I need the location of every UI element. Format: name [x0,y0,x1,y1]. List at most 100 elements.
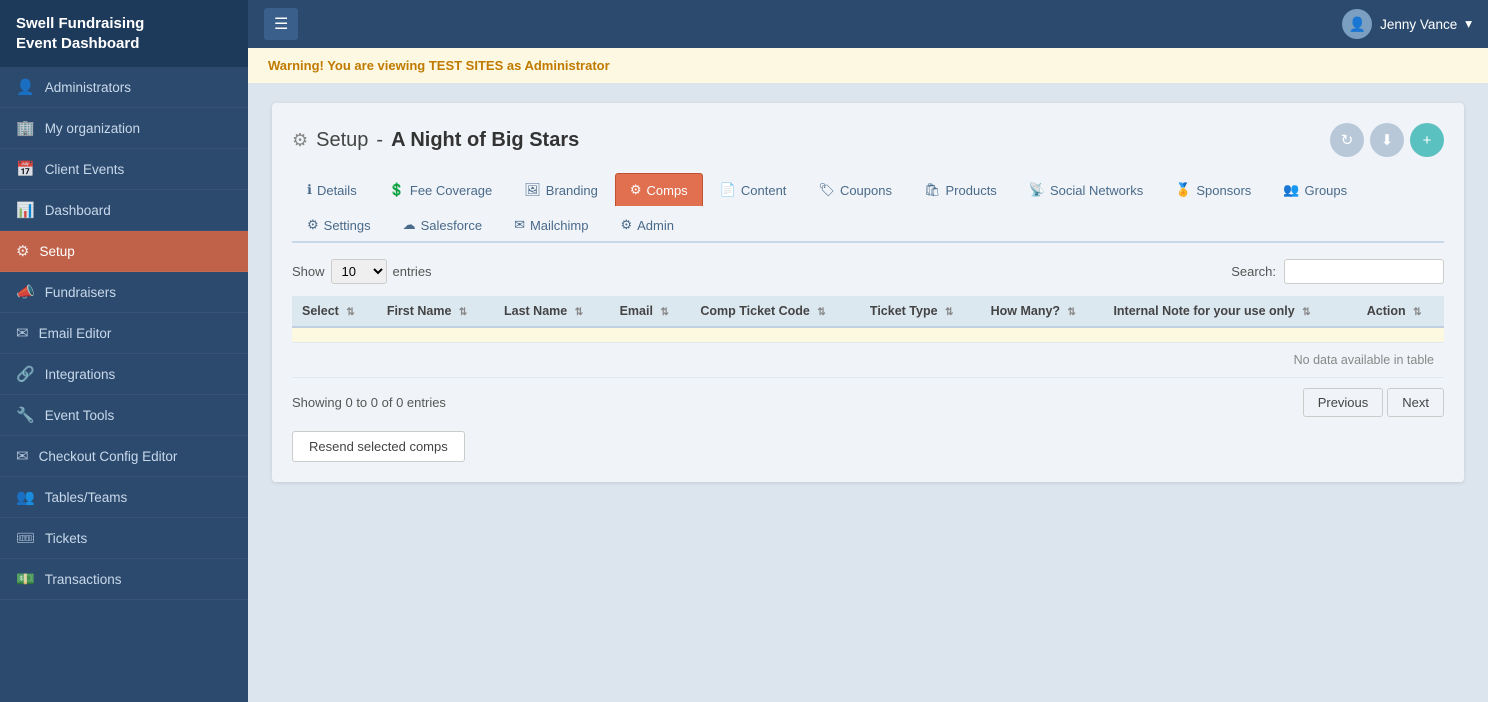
content-tab-icon: 📄 [720,182,736,198]
settings-tab-label: Settings [324,218,371,233]
col-how-many[interactable]: How Many? ⇅ [981,296,1104,327]
comps-table: Select ⇅First Name ⇅Last Name ⇅Email ⇅Co… [292,296,1444,378]
sidebar-header: Swell Fundraising Event Dashboard [0,0,248,67]
sort-icon-comp-ticket-code: ⇅ [817,307,825,318]
col-last-name[interactable]: Last Name ⇅ [494,296,610,327]
app-subtitle: Event Dashboard [16,35,139,52]
tab-admin[interactable]: ⚙ Admin [605,208,689,241]
col-email[interactable]: Email ⇅ [610,296,691,327]
administrators-icon: 👤 [16,78,35,96]
sidebar-item-email-editor[interactable]: ✉ Email Editor [0,313,248,354]
tab-mailchimp[interactable]: ✉ Mailchimp [499,208,603,241]
tab-comps[interactable]: ⚙ Comps [615,173,703,206]
tab-groups[interactable]: 👥 Groups [1268,173,1362,206]
entries-select[interactable]: 10 25 50 100 [331,259,387,284]
col-first-name[interactable]: First Name ⇅ [377,296,494,327]
branding-tab-icon: 🖼 [524,182,541,198]
app-title: Swell Fundraising [16,15,144,32]
col-comp-ticket-code[interactable]: Comp Ticket Code ⇅ [690,296,860,327]
search-label: Search: [1231,264,1276,279]
col-label-select: Select [302,304,339,318]
refresh-button[interactable]: ↻ [1330,123,1364,157]
sort-icon-email: ⇅ [660,307,668,318]
add-button[interactable]: + [1410,123,1444,157]
col-label-how-many: How Many? [991,304,1060,318]
menu-icon: ☰ [274,16,288,33]
tab-content[interactable]: 📄 Content [705,173,802,206]
user-menu[interactable]: 👤 Jenny Vance ▾ [1342,9,1472,39]
dashboard-icon: 📊 [16,201,35,219]
products-tab-icon: 🛍 [924,182,941,198]
next-button[interactable]: Next [1387,388,1444,417]
sidebar-item-fundraisers[interactable]: 📣 Fundraisers [0,272,248,313]
sort-icon-last-name: ⇅ [575,307,583,318]
table-body: No data available in table [292,327,1444,378]
event-name: A Night of Big Stars [391,129,579,152]
sidebar-label-administrators: Administrators [45,80,131,95]
no-data-message: No data available in table [292,343,1444,378]
col-action[interactable]: Action ⇅ [1357,296,1444,327]
admin-tab-icon: ⚙ [620,217,632,233]
groups-tab-icon: 👥 [1283,182,1299,198]
mailchimp-tab-icon: ✉ [514,217,525,233]
fundraisers-icon: 📣 [16,283,35,301]
tables-teams-icon: 👥 [16,488,35,506]
page-title: ⚙ Setup - A Night of Big Stars [292,129,579,152]
col-internal-note[interactable]: Internal Note for your use only ⇅ [1103,296,1356,327]
download-button[interactable]: ⬇ [1370,123,1404,157]
sidebar-item-tables-teams[interactable]: 👥 Tables/Teams [0,477,248,518]
coupons-tab-icon: 🏷 [818,182,835,198]
col-label-first-name: First Name [387,304,452,318]
tab-salesforce[interactable]: ☁ Salesforce [388,208,497,241]
col-label-comp-ticket-code: Comp Ticket Code [700,304,810,318]
sidebar-item-client-events[interactable]: 📅 Client Events [0,149,248,190]
my-organization-icon: 🏢 [16,119,35,137]
no-data-row: No data available in table [292,343,1444,378]
col-label-action: Action [1367,304,1406,318]
page-title-actions: ↻ ⬇ + [1330,123,1444,157]
sort-icon-how-many: ⇅ [1068,307,1076,318]
sidebar-label-email-editor: Email Editor [39,326,112,341]
social-networks-tab-icon: 📡 [1029,182,1045,198]
sidebar-label-integrations: Integrations [45,367,116,382]
menu-button[interactable]: ☰ [264,8,298,40]
sidebar-item-tickets[interactable]: 🎟 Tickets [0,518,248,559]
sidebar-item-checkout-config[interactable]: ✉ Checkout Config Editor [0,436,248,477]
title-separator: - [376,129,383,152]
sidebar-item-administrators[interactable]: 👤 Administrators [0,67,248,108]
salesforce-tab-icon: ☁ [403,217,416,233]
content-tab-label: Content [741,183,787,198]
user-name: Jenny Vance [1380,17,1457,32]
sidebar-item-event-tools[interactable]: 🔧 Event Tools [0,395,248,436]
show-label: Show [292,264,325,279]
client-events-icon: 📅 [16,160,35,178]
tab-sponsors[interactable]: 🏅 Sponsors [1160,173,1266,206]
warning-text: Warning! You are viewing TEST SITES as A… [268,58,610,73]
sponsors-tab-icon: 🏅 [1175,182,1191,198]
col-label-email: Email [620,304,653,318]
sort-icon-internal-note: ⇅ [1302,307,1310,318]
integrations-icon: 🔗 [16,365,35,383]
sidebar-label-dashboard: Dashboard [45,203,111,218]
tab-coupons[interactable]: 🏷 Coupons [803,173,907,206]
tab-social-networks[interactable]: 📡 Social Networks [1014,173,1158,206]
sidebar-item-transactions[interactable]: 💵 Transactions [0,559,248,600]
previous-button[interactable]: Previous [1303,388,1384,417]
tab-settings[interactable]: ⚙ Settings [292,208,386,241]
tab-fee-coverage[interactable]: 💲 Fee Coverage [374,173,508,206]
products-tab-label: Products [946,183,997,198]
email-editor-icon: ✉ [16,324,29,342]
tab-products[interactable]: 🛍 Products [909,173,1012,206]
sidebar-item-integrations[interactable]: 🔗 Integrations [0,354,248,395]
resend-selected-comps-button[interactable]: Resend selected comps [292,431,465,462]
search-input[interactable] [1284,259,1444,284]
main-card: ⚙ Setup - A Night of Big Stars ↻ ⬇ + ℹ D… [272,103,1464,482]
col-ticket-type[interactable]: Ticket Type ⇅ [860,296,981,327]
tab-details[interactable]: ℹ Details [292,173,372,206]
sidebar-item-my-organization[interactable]: 🏢 My organization [0,108,248,149]
sidebar-item-setup[interactable]: ⚙ Setup [0,231,248,272]
sidebar-item-dashboard[interactable]: 📊 Dashboard [0,190,248,231]
fee-coverage-tab-icon: 💲 [389,182,405,198]
tab-branding[interactable]: 🖼 Branding [509,173,613,206]
col-select[interactable]: Select ⇅ [292,296,377,327]
